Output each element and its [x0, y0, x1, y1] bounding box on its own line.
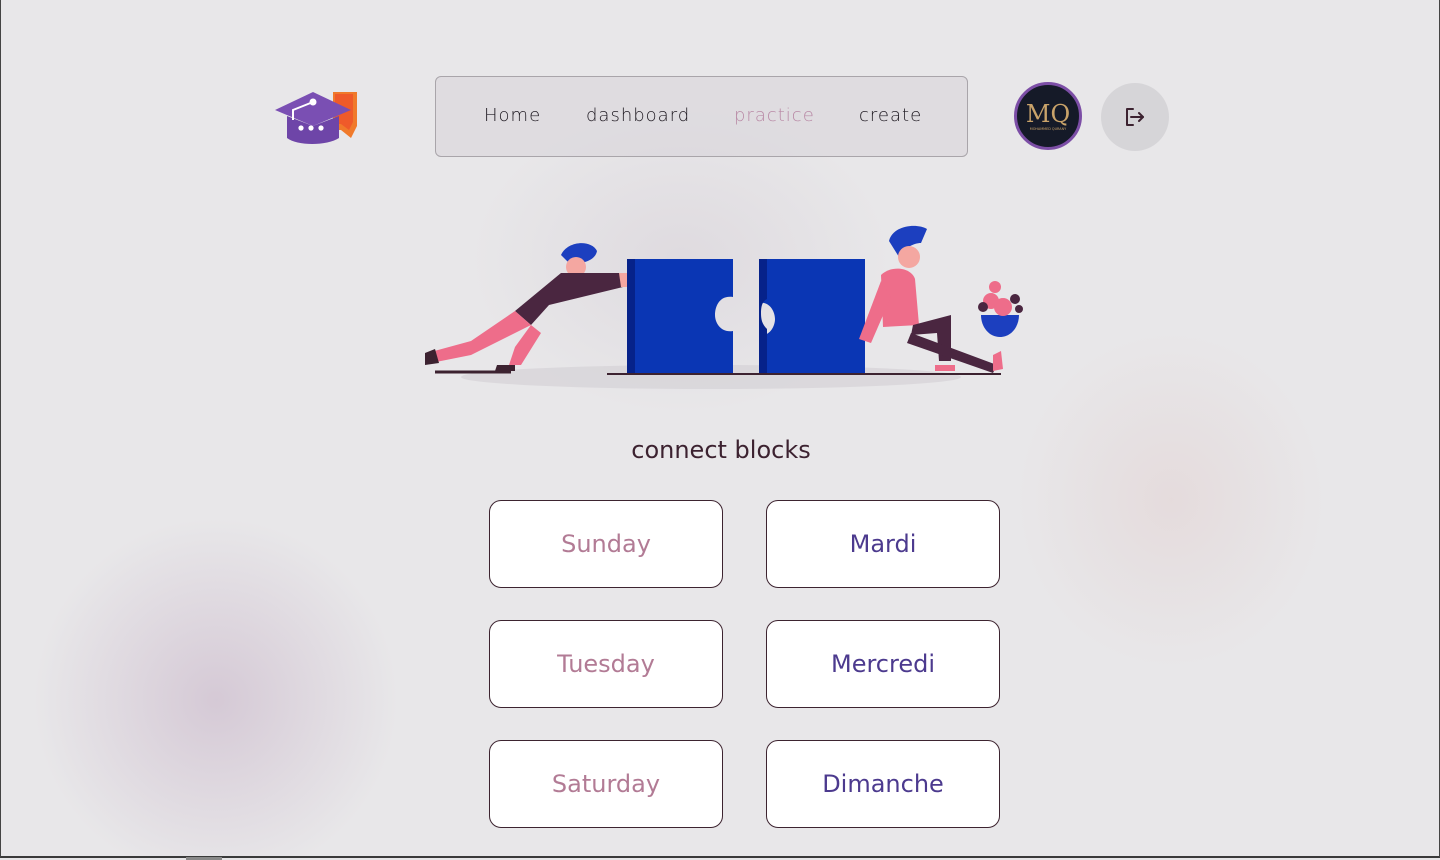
block-right-2[interactable]: Mercredi [766, 620, 1000, 708]
nav-practice[interactable]: practice [734, 105, 815, 126]
logout-button[interactable] [1101, 83, 1169, 151]
block-right-3[interactable]: Dimanche [766, 740, 1000, 828]
main-nav: Home dashboard practice create [435, 76, 968, 157]
avatar-monogram-icon: MQ MOHAMMED QURANY [1026, 100, 1070, 131]
nav-create[interactable]: create [859, 105, 922, 126]
block-left-2[interactable]: Tuesday [489, 620, 723, 708]
block-right-1[interactable]: Mardi [766, 500, 1000, 588]
puzzle-illustration [425, 225, 1023, 389]
block-left-3[interactable]: Saturday [489, 740, 723, 828]
block-left-1[interactable]: Sunday [489, 500, 723, 588]
app-frame: Home dashboard practice create MQ MOHAMM… [0, 0, 1440, 858]
svg-text:MOHAMMED QURANY: MOHAMMED QURANY [1030, 127, 1067, 131]
svg-text:MQ: MQ [1026, 100, 1070, 128]
page-heading: connect blocks [631, 436, 811, 464]
nav-dashboard[interactable]: dashboard [586, 105, 690, 126]
user-avatar[interactable]: MQ MOHAMMED QURANY [1014, 82, 1082, 150]
logo-icon[interactable] [273, 88, 361, 148]
nav-home[interactable]: Home [484, 105, 541, 126]
logout-icon [1126, 108, 1144, 126]
